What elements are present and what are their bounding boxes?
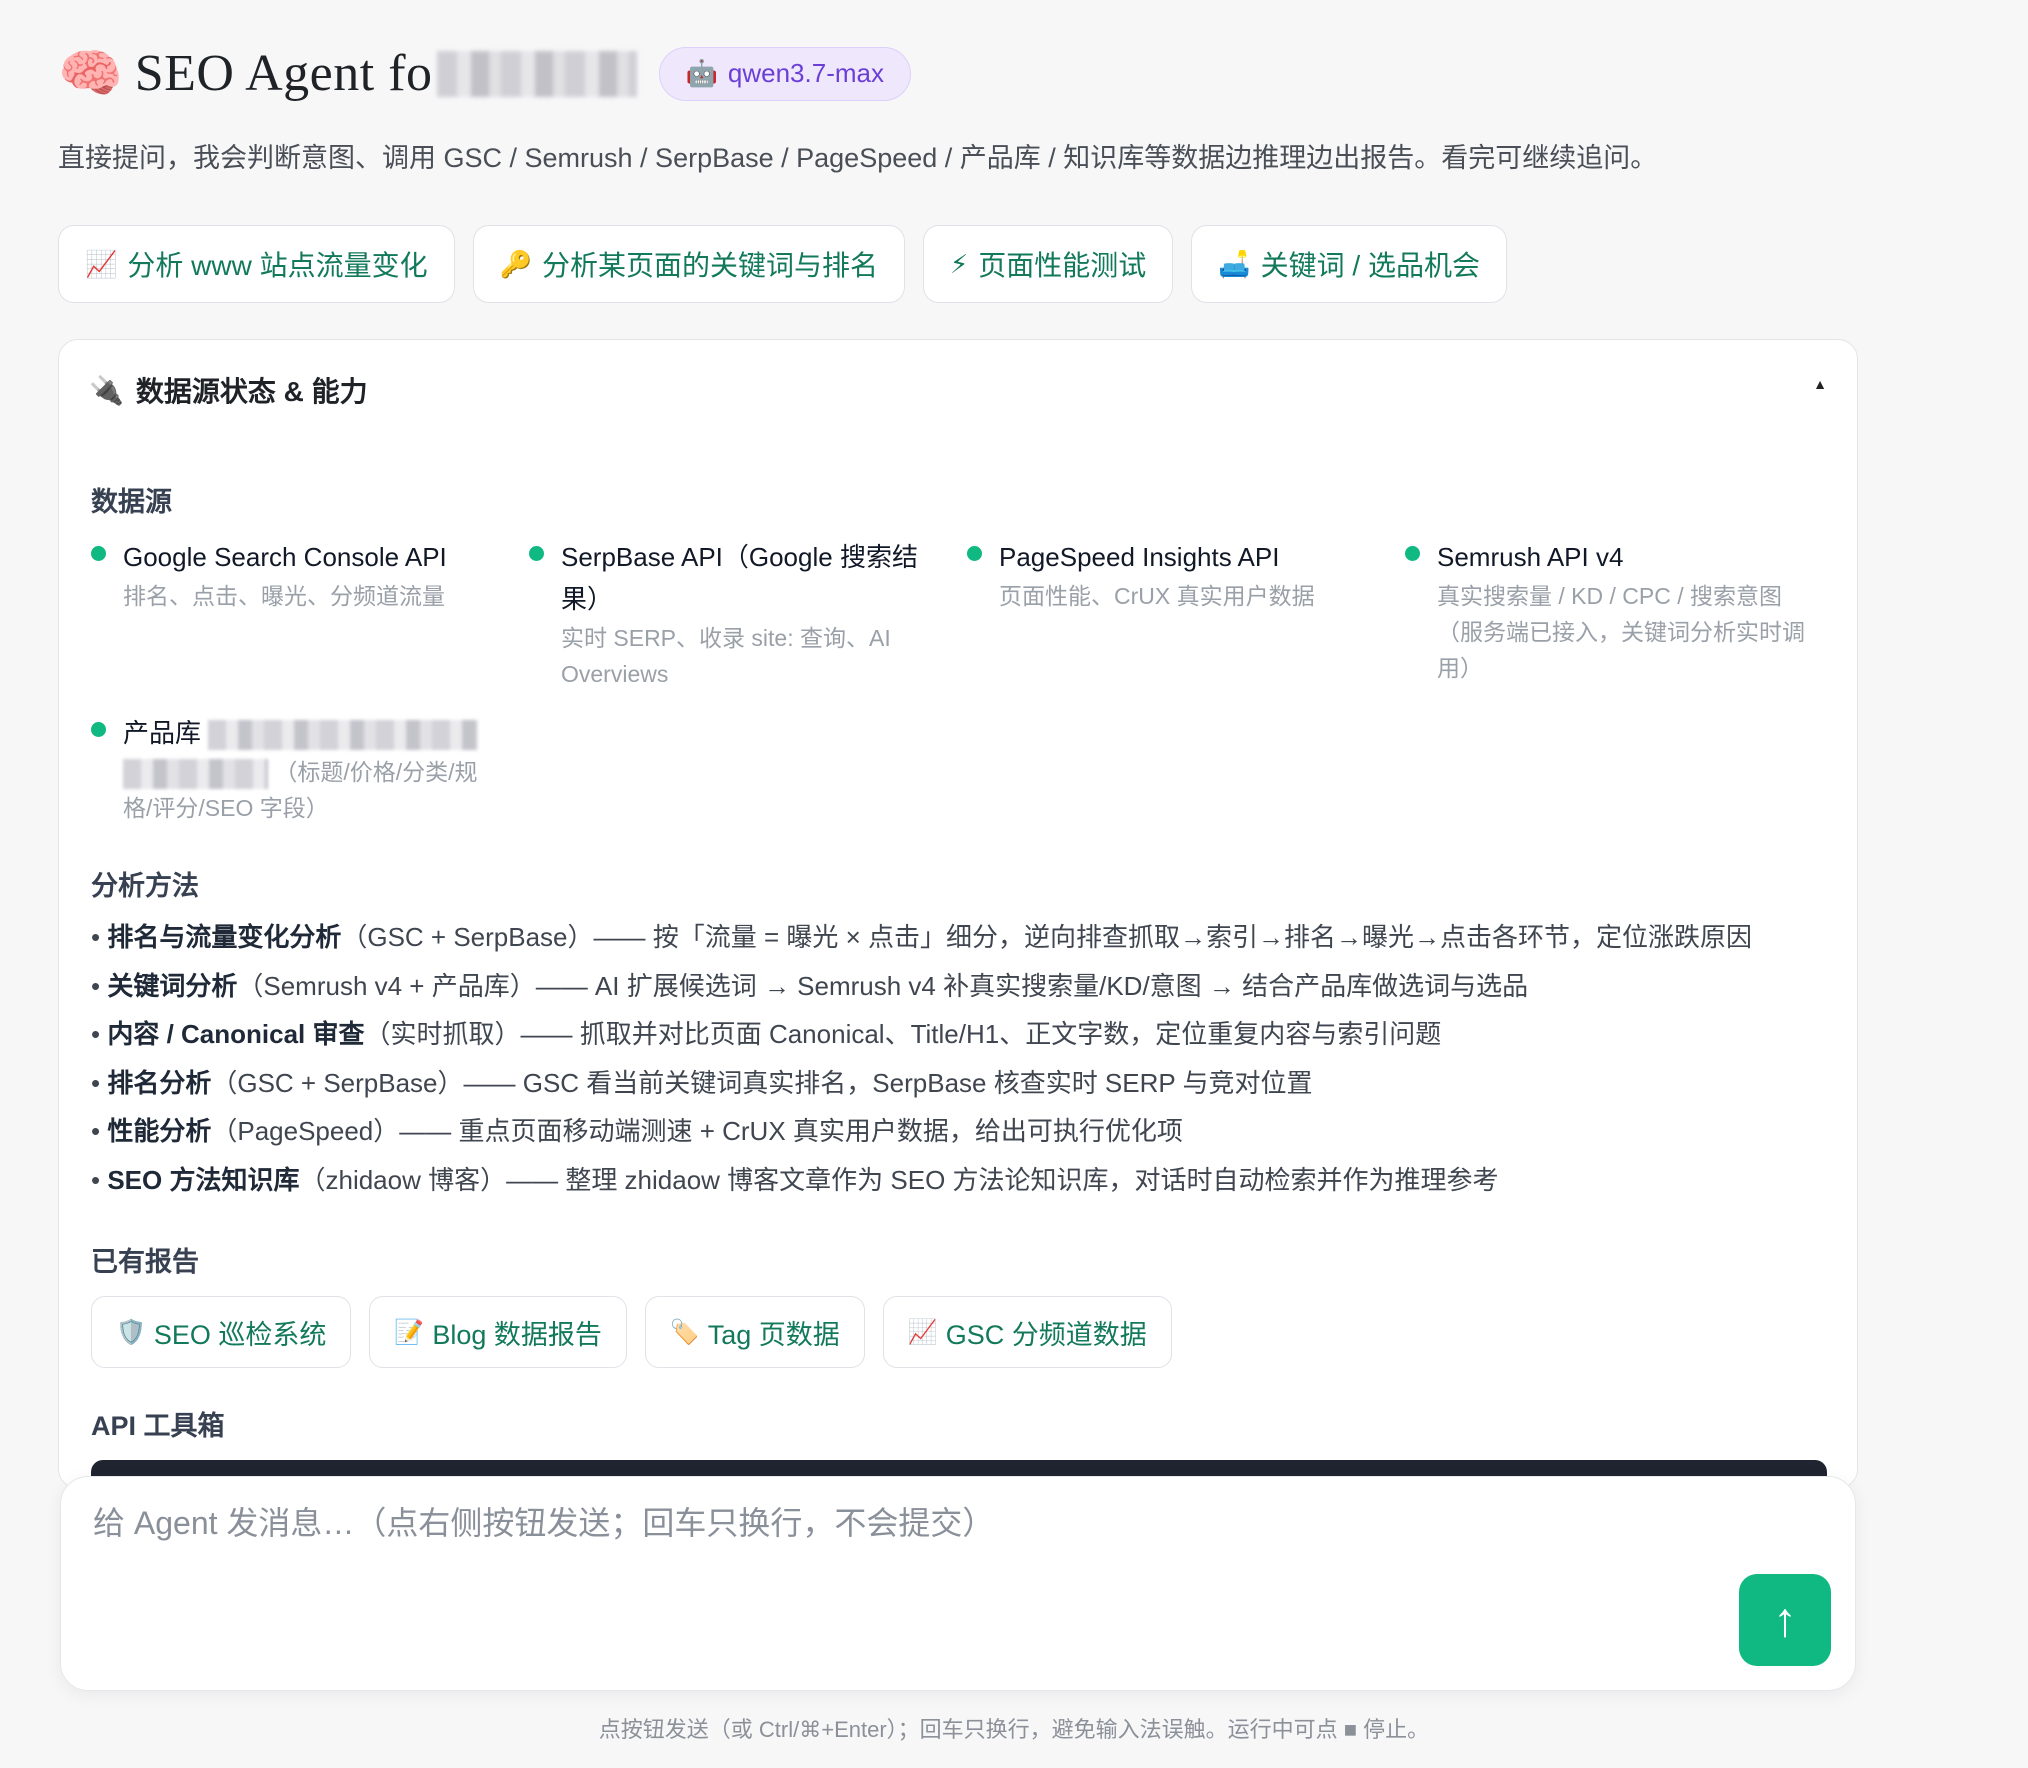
- sources-title: 数据源: [91, 487, 172, 517]
- quick-actions: 📈 分析 www 站点流量变化 🔑 分析某页面的关键词与排名 ⚡ 页面性能测试 …: [58, 225, 1507, 303]
- status-dot: [529, 546, 544, 561]
- quick-action-traffic-button[interactable]: 📈 分析 www 站点流量变化: [58, 225, 455, 303]
- report-tag-button[interactable]: 🏷️ Tag 页数据: [644, 1296, 865, 1368]
- redacted-text: [208, 720, 479, 751]
- source-item: Semrush API v4 真实搜索量 / KD / CPC / 搜索意图（服…: [1405, 536, 1805, 686]
- report-label: GSC 分频道数据: [945, 1319, 1147, 1350]
- source-name: Google Search Console API: [123, 542, 447, 572]
- method-item: • SEO 方法知识库（zhidaow 博客）—— 整理 zhidaow 博客文…: [91, 1156, 1752, 1205]
- method-item: • 排名分析（GSC + SerpBase）—— GSC 看当前关键词真实排名，…: [91, 1059, 1752, 1108]
- shield-icon: 🛡️: [116, 1318, 146, 1346]
- panel-header[interactable]: 🔌 数据源状态 & 能力 ▲: [89, 370, 1827, 410]
- method-detail: （PageSpeed）—— 重点页面移动端测速 + CrUX 真实用户数据，给出…: [211, 1116, 1183, 1146]
- bullet: •: [91, 1116, 101, 1146]
- source-desc: 排名、点击、曝光、分频道流量: [123, 583, 445, 609]
- report-label: SEO 巡检系统: [153, 1319, 327, 1350]
- method-item: • 关键词分析（Semrush v4 + 产品库）—— AI 扩展候选词 → S…: [91, 962, 1752, 1011]
- methods-list: • 排名与流量变化分析（GSC + SerpBase）—— 按「流量 = 曝光 …: [91, 913, 1752, 1204]
- report-label: Blog 数据报告: [432, 1319, 602, 1350]
- bullet: •: [91, 1164, 101, 1195]
- send-button[interactable]: ↑: [1739, 1574, 1831, 1666]
- source-name-row: 产品库: [123, 712, 491, 754]
- source-desc: 实时 SERP、收录 site: 查询、AI Overviews: [561, 625, 891, 687]
- method-item: • 排名与流量变化分析（GSC + SerpBase）—— 按「流量 = 曝光 …: [91, 913, 1752, 962]
- source-name: SerpBase API（Google 搜索结果）: [561, 542, 918, 614]
- status-dot: [91, 722, 106, 737]
- methods-title: 分析方法: [91, 871, 199, 901]
- source-item: Google Search Console API 排名、点击、曝光、分频道流量: [91, 536, 491, 614]
- chart-up-icon: 📈: [907, 1318, 938, 1346]
- composer-hint: 点按钮发送（或 Ctrl/⌘+Enter）；回车只换行，避免输入法误触。运行中可…: [598, 1717, 1430, 1742]
- source-name: Semrush API v4: [1437, 542, 1624, 572]
- page-subtitle: 直接提问，我会判断意图、调用 GSC / Semrush / SerpBase …: [58, 143, 1658, 173]
- lightning-icon: ⚡: [950, 248, 969, 279]
- panel-title: 数据源状态 & 能力: [135, 376, 368, 407]
- method-name: 排名分析: [107, 1067, 212, 1098]
- method-detail: （GSC + SerpBase）—— GSC 看当前关键词真实排名，SerpBa…: [211, 1067, 1313, 1098]
- method-name: 关键词分析: [107, 970, 238, 1001]
- reports-title: 已有报告: [91, 1247, 199, 1277]
- message-composer: ↑: [60, 1476, 1856, 1691]
- redacted-title-suffix: [436, 50, 637, 97]
- couch-icon: 🛋️: [1218, 248, 1251, 279]
- model-badge[interactable]: 🤖 qwen3.7-max: [658, 46, 911, 101]
- model-name: qwen3.7-max: [727, 58, 884, 88]
- arrow-up-icon: ↑: [1773, 1593, 1797, 1647]
- method-detail: （Semrush v4 + 产品库）—— AI 扩展候选词 → Semrush …: [237, 970, 1529, 1001]
- status-dot: [91, 546, 106, 561]
- source-name: PageSpeed Insights API: [999, 542, 1280, 572]
- method-detail: （实时抓取）—— 抓取并对比页面 Canonical、Title/H1、正文字数…: [364, 1019, 1442, 1049]
- collapse-icon[interactable]: ▲: [1813, 376, 1827, 392]
- quick-action-label: 分析 www 站点流量变化: [127, 250, 428, 281]
- bullet: •: [91, 1019, 101, 1049]
- method-item: • 性能分析（PageSpeed）—— 重点页面移动端测速 + CrUX 真实用…: [91, 1107, 1752, 1156]
- bullet: •: [91, 970, 101, 1001]
- quick-action-keywords-button[interactable]: 🔑 分析某页面的关键词与排名: [472, 225, 905, 303]
- source-item: 产品库 （标题/价格/分类/规格/评分/SEO 字段）: [91, 712, 491, 826]
- source-desc: 页面性能、CrUX 真实用户数据: [999, 583, 1315, 609]
- method-detail: （zhidaow 博客）—— 整理 zhidaow 博客文章作为 SEO 方法论…: [299, 1164, 1499, 1195]
- quick-action-opportunity-button[interactable]: 🛋️ 关键词 / 选品机会: [1191, 225, 1507, 303]
- bullet: •: [91, 1067, 101, 1098]
- report-blog-button[interactable]: 📝 Blog 数据报告: [369, 1296, 627, 1368]
- quick-action-label: 页面性能测试: [978, 250, 1147, 281]
- bullet: •: [91, 922, 101, 952]
- method-name: SEO 方法知识库: [107, 1164, 300, 1195]
- tag-icon: 🏷️: [669, 1318, 700, 1346]
- memo-icon: 📝: [394, 1318, 425, 1346]
- source-item: SerpBase API（Google 搜索结果） 实时 SERP、收录 sit…: [529, 536, 929, 692]
- quick-action-performance-button[interactable]: ⚡ 页面性能测试: [923, 225, 1174, 303]
- robot-icon: 🤖: [685, 58, 718, 88]
- redacted-text: [123, 758, 268, 789]
- source-desc: 真实搜索量 / KD / CPC / 搜索意图（服务端已接入，关键词分析实时调用…: [1437, 583, 1805, 681]
- method-detail: （GSC + SerpBase）—— 按「流量 = 曝光 × 点击」细分，逆向排…: [341, 922, 1753, 952]
- report-gsc-channel-button[interactable]: 📈 GSC 分频道数据: [882, 1296, 1172, 1368]
- method-item: • 内容 / Canonical 审查（实时抓取）—— 抓取并对比页面 Cano…: [91, 1010, 1752, 1059]
- quick-action-label: 分析某页面的关键词与排名: [541, 250, 878, 281]
- key-icon: 🔑: [499, 248, 532, 279]
- method-name: 性能分析: [107, 1116, 212, 1146]
- app-header: 🧠 SEO Agent fo 🤖 qwen3.7-max: [58, 44, 911, 103]
- datasource-panel: 🔌 数据源状态 & 能力 ▲ 数据源 Google Search Console…: [58, 339, 1858, 1489]
- page-title: SEO Agent fo: [134, 45, 433, 102]
- brain-icon: 🧠: [58, 44, 123, 103]
- status-dot: [1405, 546, 1420, 561]
- method-name: 排名与流量变化分析: [107, 922, 342, 952]
- message-input[interactable]: [93, 1505, 1593, 1542]
- source-item: PageSpeed Insights API 页面性能、CrUX 真实用户数据: [967, 536, 1367, 614]
- api-toolbox-title: API 工具箱: [91, 1411, 225, 1441]
- reports-list: 🛡️ SEO 巡检系统 📝 Blog 数据报告 🏷️ Tag 页数据 📈 GSC…: [91, 1296, 1172, 1368]
- chart-up-icon: 📈: [85, 248, 118, 279]
- quick-action-label: 关键词 / 选品机会: [1260, 250, 1480, 281]
- source-name: 产品库: [123, 718, 202, 748]
- method-name: 内容 / Canonical 审查: [107, 1019, 365, 1049]
- plug-icon: 🔌: [89, 374, 124, 406]
- status-dot: [967, 546, 982, 561]
- report-seo-inspection-button[interactable]: 🛡️ SEO 巡检系统: [91, 1296, 352, 1368]
- report-label: Tag 页数据: [707, 1319, 840, 1350]
- source-desc-row: （标题/价格/分类/规格/评分/SEO 字段）: [123, 754, 491, 826]
